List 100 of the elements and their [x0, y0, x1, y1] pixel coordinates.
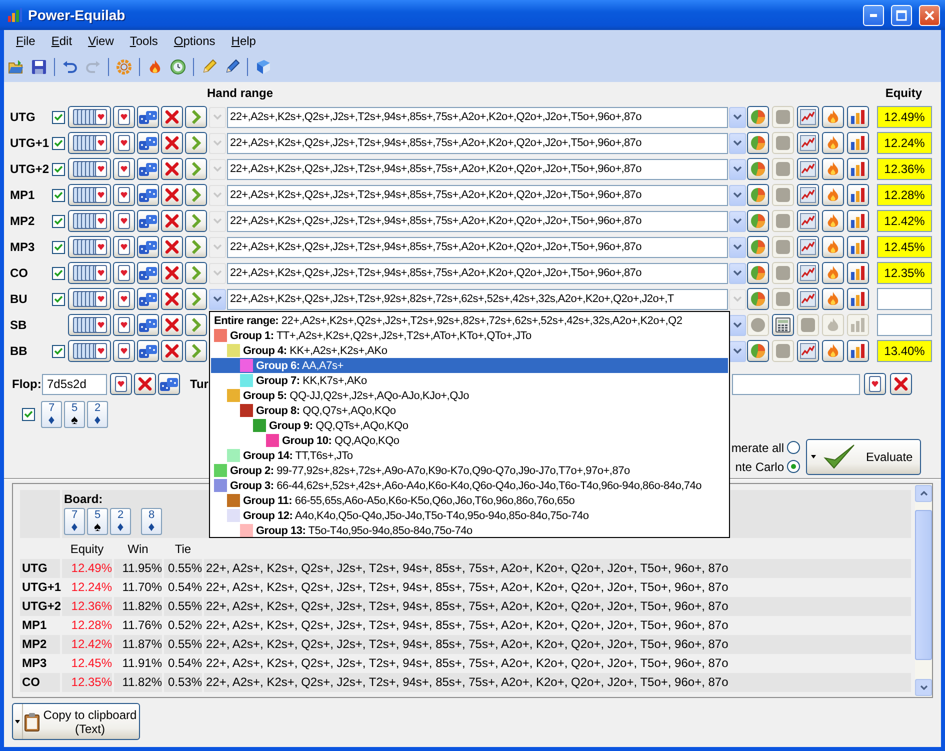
card-button[interactable] [113, 262, 135, 284]
flame-icon[interactable] [147, 59, 163, 75]
dice-button[interactable] [158, 373, 180, 395]
pie-chart-button[interactable] [747, 210, 769, 232]
range-group-item[interactable]: Group 13: T5o-T4o,95o-94o,85o-84o,75o-74o [211, 523, 728, 538]
line-chart-button[interactable] [797, 288, 819, 310]
clear-button[interactable] [161, 262, 183, 284]
next-button[interactable] [185, 314, 207, 336]
card-stack-button[interactable] [68, 314, 111, 336]
close-button[interactable] [919, 4, 940, 26]
card-button[interactable] [113, 288, 135, 310]
range-group-item[interactable]: Group 1: TT+,A2s+,K2s+,Q2s+,J2s+,T2s+,ATo+,KTo+,QTo+,JTo [211, 328, 728, 343]
pie-chart-button[interactable] [747, 340, 769, 362]
clear-button[interactable] [161, 158, 183, 180]
pie-chart-button[interactable] [747, 236, 769, 258]
card-button[interactable] [864, 373, 886, 395]
bar-chart-button[interactable] [847, 340, 869, 362]
pie-chart-button[interactable] [747, 184, 769, 206]
card-button[interactable] [113, 236, 135, 258]
bar-chart-button[interactable] [847, 106, 869, 128]
line-chart-button[interactable] [797, 158, 819, 180]
menu-item[interactable]: Help [223, 34, 264, 48]
range-group-item[interactable]: Group 7: KK,K7s+,AKo [211, 373, 728, 388]
next-button[interactable] [185, 236, 207, 258]
line-chart-button[interactable] [797, 132, 819, 154]
maximize-button[interactable] [891, 4, 912, 26]
next-button[interactable] [185, 288, 207, 310]
range-group-item[interactable]: Entire range: 22+,A2s+,K2s+,Q2s+,J2s+,T2s+,92s+,82s+,72s+,62s+,52s+,42s+,32s,A2o+,K2o+,Q2 [211, 313, 728, 328]
evaluate-button[interactable]: Evaluate [806, 439, 921, 475]
next-button[interactable] [185, 262, 207, 284]
gear-icon[interactable] [116, 59, 132, 75]
card-button[interactable] [113, 132, 135, 154]
clock-icon[interactable] [170, 59, 186, 75]
folder-icon[interactable] [8, 59, 24, 75]
dice-button[interactable] [137, 184, 159, 206]
clear-button[interactable] [161, 288, 183, 310]
bar-chart-button[interactable] [847, 236, 869, 258]
card-button[interactable] [110, 373, 132, 395]
dice-button[interactable] [137, 210, 159, 232]
dice-button[interactable] [137, 132, 159, 154]
menu-item[interactable]: Edit [43, 34, 80, 48]
card-button[interactable] [113, 210, 135, 232]
clear-button[interactable] [161, 132, 183, 154]
bar-chart-button[interactable] [847, 132, 869, 154]
clear-button[interactable] [161, 236, 183, 258]
checkbox[interactable] [52, 162, 65, 176]
radio-button[interactable] [787, 441, 800, 454]
pencil-icon[interactable] [224, 59, 240, 75]
next-button[interactable] [185, 132, 207, 154]
flame-button[interactable] [822, 340, 844, 362]
range-group-item[interactable]: Group 2: 99-77,92s+,82s+,72s+,A9o-A7o,K9o-K7o,Q9o-Q7o,J9o-J7o,T7o+,97o+,87o [211, 463, 728, 478]
checkbox[interactable] [52, 188, 65, 202]
line-chart-button[interactable] [797, 210, 819, 232]
dropdown-button[interactable] [729, 314, 746, 336]
pencil-icon[interactable] [201, 59, 217, 75]
checkbox[interactable] [52, 136, 65, 150]
checkbox[interactable] [52, 292, 65, 306]
range-field[interactable]: 22+,A2s+,K2s+,Q2s+,J2s+,T2s+,94s+,85s+,75s+,A2o+,K2o+,Q2o+,J2o+,T5o+,96o+,87o [227, 106, 728, 128]
dropdown-button[interactable] [729, 340, 746, 362]
card-stack-button[interactable] [68, 340, 111, 362]
range-group-item[interactable]: Group 10: QQ,AQo,KQo [211, 433, 728, 448]
card-stack-button[interactable] [68, 262, 111, 284]
radio-button[interactable] [787, 460, 800, 473]
dice-button[interactable] [137, 340, 159, 362]
card-button[interactable] [113, 184, 135, 206]
clear-button[interactable] [161, 340, 183, 362]
dice-button[interactable] [137, 262, 159, 284]
bar-chart-button[interactable] [847, 288, 869, 310]
range-group-item[interactable]: Group 3: 66-44,62s+,52s+,42s+,A6o-A4o,K6o-K4o,Q6o-Q4o,J6o-J4o,T6o-T4o,96o-94o,86o-84o,74o [211, 478, 728, 493]
pie-chart-button[interactable] [747, 106, 769, 128]
line-chart-button[interactable] [797, 236, 819, 258]
dice-button[interactable] [137, 158, 159, 180]
bar-chart-button[interactable] [847, 184, 869, 206]
line-chart-button[interactable] [797, 106, 819, 128]
checkbox[interactable] [22, 408, 35, 420]
range-field[interactable]: 22+,A2s+,K2s+,Q2s+,J2s+,T2s+,94s+,85s+,75s+,A2o+,K2o+,Q2o+,J2o+,T5o+,96o+,87o [227, 184, 728, 206]
clear-button[interactable] [890, 373, 912, 395]
checkbox[interactable] [52, 240, 65, 254]
card-stack-button[interactable] [68, 288, 111, 310]
bar-chart-button[interactable] [847, 262, 869, 284]
range-field[interactable]: 22+,A2s+,K2s+,Q2s+,J2s+,T2s+,94s+,85s+,75s+,A2o+,K2o+,Q2o+,J2o+,T5o+,96o+,87o [227, 132, 728, 154]
card-button[interactable] [113, 106, 135, 128]
pie-chart-button[interactable] [747, 158, 769, 180]
range-field[interactable]: 22+,A2s+,K2s+,Q2s+,J2s+,T2s+,92s+,82s+,72s+,62s+,52s+,42s+,32s,A2o+,K2o+,Q2o+,J2o+,T [227, 288, 728, 310]
clear-button[interactable] [161, 314, 183, 336]
range-group-item[interactable]: Group 5: QQ-JJ,Q2s+,J2s+,AQo-AJo,KJo+,QJo [211, 388, 728, 403]
flame-button[interactable] [822, 132, 844, 154]
card-stack-button[interactable] [68, 158, 111, 180]
flame-button[interactable] [822, 106, 844, 128]
flame-button[interactable] [822, 184, 844, 206]
next-button[interactable] [185, 210, 207, 232]
range-field[interactable]: 22+,A2s+,K2s+,Q2s+,J2s+,T2s+,94s+,85s+,75s+,A2o+,K2o+,Q2o+,J2o+,T5o+,96o+,87o [227, 236, 728, 258]
range-field[interactable]: 22+,A2s+,K2s+,Q2s+,J2s+,T2s+,94s+,85s+,75s+,A2o+,K2o+,Q2o+,J2o+,T5o+,96o+,87o [227, 262, 728, 284]
next-button[interactable] [185, 184, 207, 206]
range-group-item[interactable]: Group 6: AA,A7s+ [211, 358, 728, 373]
checkbox[interactable] [52, 110, 65, 124]
minimize-button[interactable] [863, 4, 884, 26]
range-group-item[interactable]: Group 11: 66-55,65s,A6o-A5o,K6o-K5o,Q6o,J6o,T6o,96o,86o,76o,65o [211, 493, 728, 508]
dice-button[interactable] [137, 106, 159, 128]
range-field[interactable]: 22+,A2s+,K2s+,Q2s+,J2s+,T2s+,94s+,85s+,75s+,A2o+,K2o+,Q2o+,J2o+,T5o+,96o+,87o [227, 158, 728, 180]
